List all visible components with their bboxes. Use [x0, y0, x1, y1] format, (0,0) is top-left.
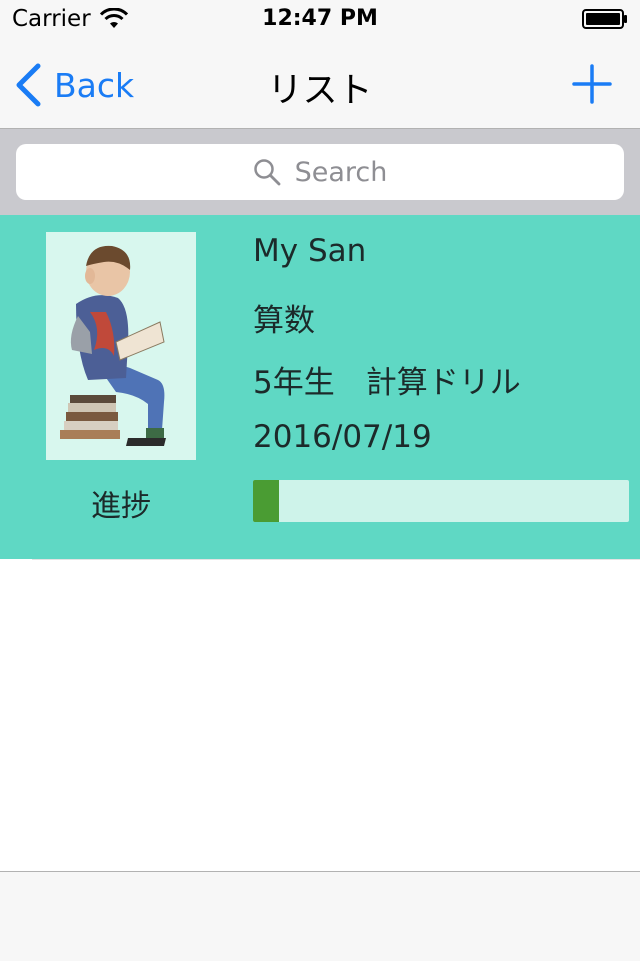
progress-label: 進捗 [91, 489, 151, 524]
progress-fill [253, 480, 280, 522]
thumbnail-image [46, 232, 196, 460]
page-title: リスト [267, 71, 373, 111]
item-name: My San [253, 233, 367, 269]
battery-icon [582, 9, 627, 29]
search-input[interactable]: Search [16, 144, 624, 200]
bottom-toolbar [0, 871, 640, 961]
navigation-bar: Back リスト [0, 40, 640, 129]
child-reading-image [60, 245, 166, 446]
row-separator [32, 559, 640, 560]
plus-icon[interactable] [572, 64, 612, 104]
search-icon [253, 159, 281, 186]
item-detail: 5年生 計算ドリル [253, 365, 521, 401]
item-date: 2016/07/19 [253, 419, 432, 455]
search-bar: Search [0, 129, 640, 215]
status-bar: Carrier 12:47 PM [0, 0, 640, 40]
list-item[interactable]: 進捗 My San 算数 5年生 計算ドリル 2016/07/19 [0, 215, 640, 559]
progress-bar [253, 480, 629, 522]
search-placeholder: Search [294, 156, 388, 188]
status-time: 12:47 PM [262, 6, 378, 31]
item-subject: 算数 [253, 303, 315, 339]
